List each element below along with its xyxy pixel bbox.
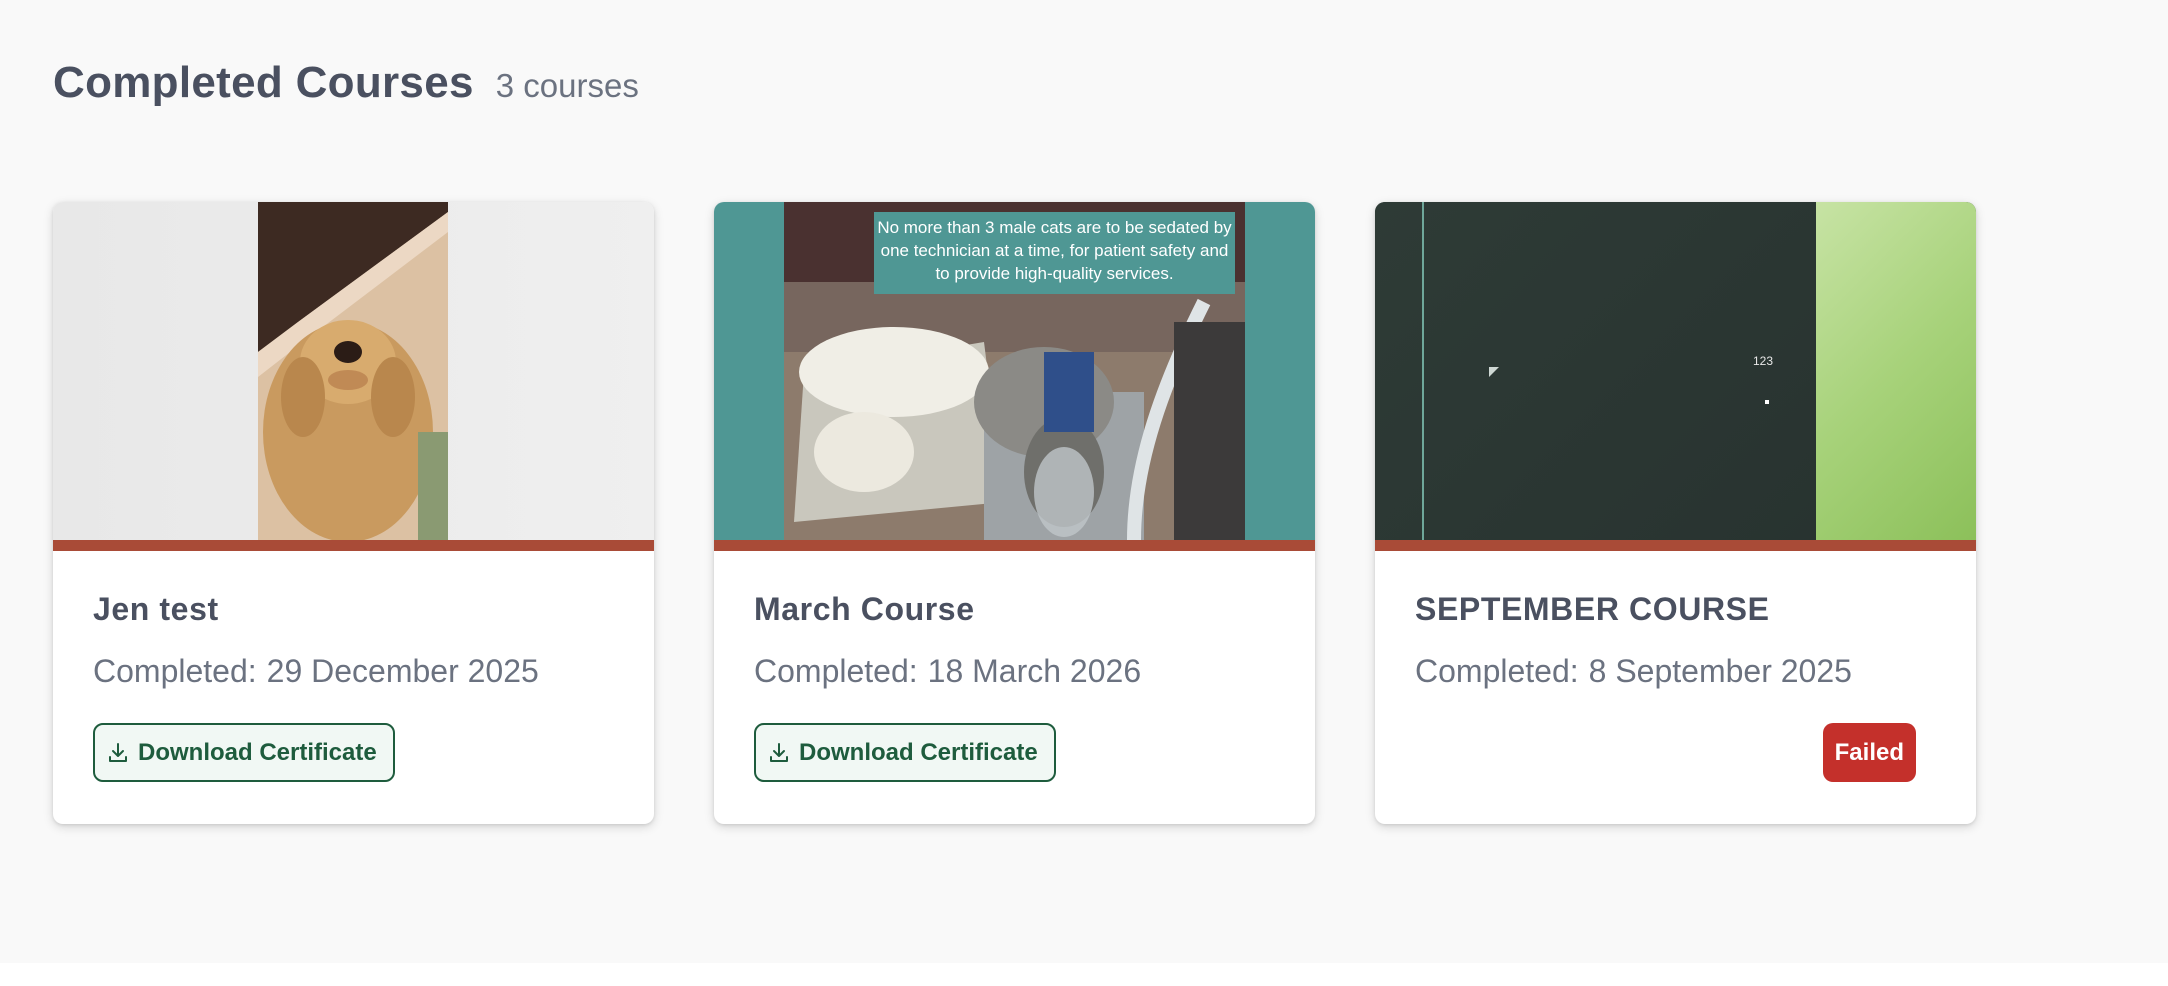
footer-strip <box>0 963 2168 986</box>
completed-date: 8 September 2025 <box>1588 653 1852 689</box>
completed-label: Completed: <box>754 653 918 689</box>
course-thumbnail: No more than 3 male cats are to be sedat… <box>714 202 1315 540</box>
completion-info: Completed: 8 September 2025 <box>1415 653 1936 690</box>
card-body: SEPTEMBER COURSE Completed: 8 September … <box>1375 551 1976 690</box>
course-thumbnail: 123 <box>1375 202 1976 540</box>
course-count: 3 courses <box>495 67 639 104</box>
slide-green-panel <box>1816 202 1976 540</box>
dog-photo-illustration <box>258 202 448 540</box>
download-icon <box>770 742 788 762</box>
slide-preview <box>1375 202 1816 540</box>
card-body: March Course Completed: 18 March 2026 <box>714 551 1315 690</box>
course-card-grid: Jen test Completed: 29 December 2025 Dow… <box>53 202 1976 824</box>
card-accent-bar <box>53 540 654 551</box>
completed-date: 18 March 2026 <box>927 653 1142 689</box>
download-certificate-button[interactable]: Download Certificate <box>754 723 1056 782</box>
completed-label: Completed: <box>93 653 257 689</box>
download-certificate-button[interactable]: Download Certificate <box>93 723 395 782</box>
thumbnail-caption: No more than 3 male cats are to be sedat… <box>874 212 1235 294</box>
page-header: Completed Courses 3 courses <box>53 58 639 108</box>
slide-dot <box>1765 400 1769 404</box>
card-body: Jen test Completed: 29 December 2025 <box>53 551 654 690</box>
failed-status-badge: Failed <box>1822 723 1916 782</box>
course-thumbnail <box>53 202 654 540</box>
completed-date: 29 December 2025 <box>266 653 539 689</box>
card-accent-bar <box>714 540 1315 551</box>
completed-label: Completed: <box>1415 653 1579 689</box>
slide-divider <box>1422 202 1424 540</box>
course-card[interactable]: No more than 3 male cats are to be sedat… <box>714 202 1315 824</box>
completed-courses-page: Completed Courses 3 courses Jen test Com… <box>0 0 2168 963</box>
card-accent-bar <box>1375 540 1976 551</box>
course-title: Jen test <box>93 591 219 627</box>
course-title: SEPTEMBER COURSE <box>1415 591 1770 627</box>
course-card[interactable]: Jen test Completed: 29 December 2025 Dow… <box>53 202 654 824</box>
completion-info: Completed: 29 December 2025 <box>93 653 614 690</box>
dog-photo <box>258 202 448 540</box>
download-certificate-label: Download Certificate <box>138 738 377 766</box>
download-certificate-label: Download Certificate <box>799 738 1038 766</box>
completion-info: Completed: 18 March 2026 <box>754 653 1275 690</box>
course-title: March Course <box>754 591 975 627</box>
cursor-icon <box>1489 367 1499 377</box>
course-card[interactable]: 123 SEPTEMBER COURSE Completed: 8 Septem… <box>1375 202 1976 824</box>
download-icon <box>109 742 127 762</box>
page-title: Completed Courses <box>53 58 474 107</box>
slide-number: 123 <box>1753 354 1774 368</box>
cats-on-table-photo: No more than 3 male cats are to be sedat… <box>784 202 1245 540</box>
